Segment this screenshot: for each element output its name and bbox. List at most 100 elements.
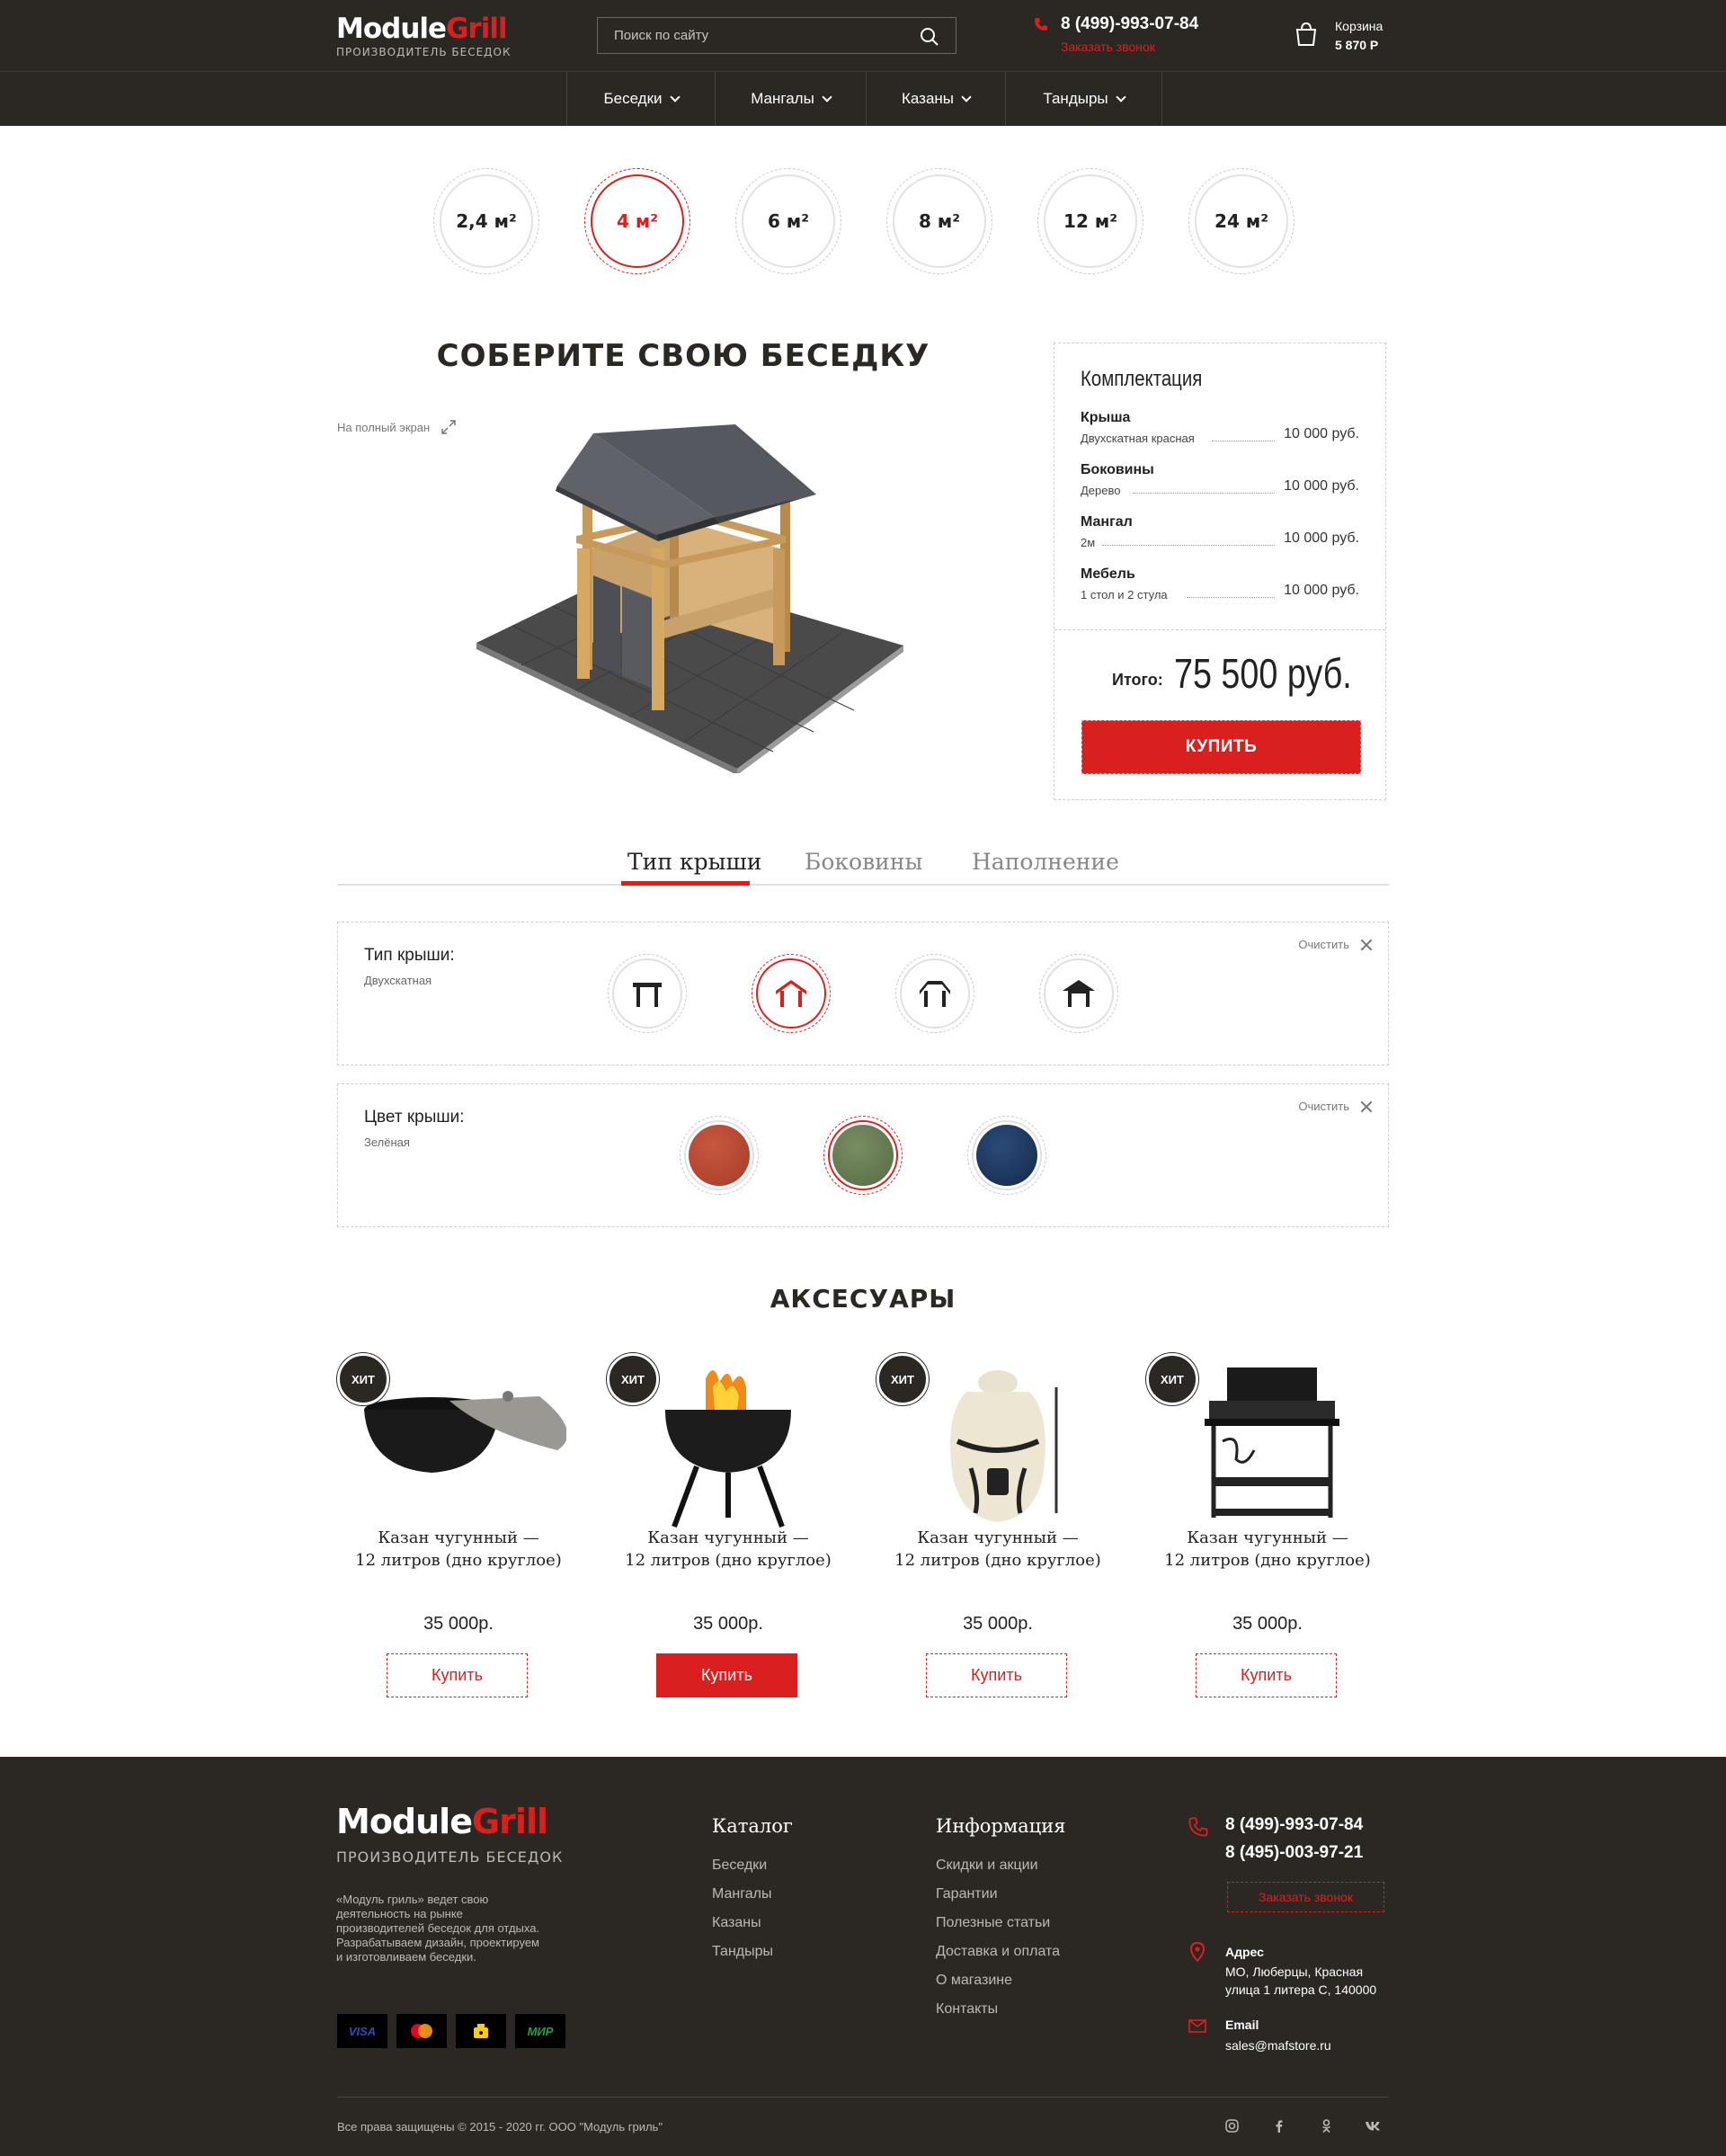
roof-option-hip[interactable] (895, 954, 974, 1033)
roof-type-value: Двухскатная (364, 974, 432, 987)
kit-item-name: Боковины (1081, 462, 1154, 477)
footer-link-articles[interactable]: Полезные статьи (936, 1915, 1050, 1931)
size-option[interactable]: 12 м² (1037, 168, 1143, 274)
color-option-blue[interactable] (967, 1116, 1046, 1195)
kit-item-name: Крыша (1081, 410, 1131, 425)
footer-link-tandyry[interactable]: Тандыры (712, 1944, 773, 1960)
size-option[interactable]: 6 м² (735, 168, 841, 274)
kit-row-grill: Мангал 2м 10 000 руб. (1081, 514, 1359, 557)
product-buy-button[interactable]: Купить (387, 1653, 528, 1697)
kit-row-roof: Крыша Двухскатная красная 10 000 руб. (1081, 410, 1359, 453)
roof-option-gable[interactable] (752, 954, 831, 1033)
tab-roof-type[interactable]: Тип крыши (627, 849, 761, 875)
gable-roof-icon (776, 980, 806, 1007)
footer-about-line: деятельность на рынке (336, 1907, 463, 1920)
size-label: 6 м² (742, 174, 835, 268)
hit-badge: ХИТ (1146, 1353, 1198, 1405)
tab-filling[interactable]: Наполнение (972, 849, 1119, 875)
nav-item-tandyry[interactable]: Тандыры (1005, 72, 1162, 126)
size-option-active[interactable]: 4 м² (584, 168, 690, 274)
cart-label[interactable]: Корзина (1335, 19, 1383, 33)
cart-sum[interactable]: 5 870 Р (1335, 38, 1378, 52)
color-option-green[interactable] (823, 1116, 903, 1195)
roof-color-label: Цвет крыши: (364, 1108, 465, 1127)
clear-roof-type-button[interactable]: Очистить (1298, 938, 1372, 951)
product-card: ХИТ Казан чугунный — 12 литров (дно кругл… (337, 1353, 580, 1704)
product-buy-button[interactable]: Купить (656, 1653, 797, 1697)
chevron-down-icon (1115, 91, 1126, 102)
footer-email[interactable]: sales@mafstore.ru (1225, 2036, 1331, 2054)
footer-link-guarantees[interactable]: Гарантии (936, 1886, 998, 1902)
footer-link-delivery[interactable]: Доставка и оплата (936, 1944, 1060, 1960)
footer-divider (337, 2097, 1389, 2098)
footer-logo[interactable]: ModuleGrill (336, 1802, 548, 1841)
nav-item-besedki[interactable]: Беседки (566, 72, 715, 126)
odnoklassniki-icon[interactable] (1320, 2119, 1333, 2133)
roof-option-flat[interactable] (608, 954, 687, 1033)
size-option[interactable]: 2,4 м² (433, 168, 539, 274)
product-buy-button[interactable]: Купить (926, 1653, 1067, 1697)
main-nav: Беседки Мангалы Казаны Тандыры (0, 72, 1726, 126)
color-option-red[interactable] (680, 1116, 759, 1195)
fullscreen-label: На полный экран (337, 420, 431, 434)
product-name[interactable]: Казан чугунный — 12 литров (дно круглое) (607, 1527, 850, 1572)
close-icon (1360, 1100, 1372, 1112)
clear-roof-color-button[interactable]: Очистить (1298, 1100, 1372, 1113)
logo-word-grill: Grill (471, 1802, 548, 1841)
nav-item-kazany[interactable]: Казаны (866, 72, 1005, 126)
logo[interactable]: ModuleGrill (336, 13, 508, 45)
kit-item-price: 10 000 руб. (1284, 583, 1359, 598)
pagoda-roof-icon (1063, 980, 1095, 1007)
vk-icon[interactable] (1365, 2121, 1381, 2131)
fullscreen-button[interactable]: На полный экран (337, 419, 457, 435)
kit-row-furniture: Мебель 1 стол и 2 стула 10 000 руб. (1081, 566, 1359, 610)
search-icon[interactable] (919, 26, 940, 48)
footer-link-contacts[interactable]: Контакты (936, 2001, 998, 2018)
roof-type-box: Тип крыши: Двухскатная Очистить (337, 922, 1389, 1065)
footer-logo-subtitle: ПРОИЗВОДИТЕЛЬ БЕСЕДОК (336, 1849, 564, 1866)
footer-phone-1[interactable]: 8 (499)-993-07-84 (1225, 1815, 1363, 1835)
search-box (597, 17, 956, 54)
product-name-line: 12 литров (дно круглое) (1164, 1551, 1371, 1570)
buy-button[interactable]: КУПИТЬ (1081, 720, 1361, 774)
facebook-icon[interactable] (1272, 2119, 1286, 2133)
product-card: ХИТ Казан чугунный — 12 литров (дно кругл… (607, 1353, 850, 1704)
footer-link-mangaly[interactable]: Мангалы (712, 1886, 771, 1902)
roof-option-pagoda[interactable] (1039, 954, 1118, 1033)
footer-about-line: «Модуль гриль» ведет свою (336, 1893, 489, 1906)
kit-divider (1054, 629, 1385, 630)
builder-title: СОБЕРИТЕ СВОЮ БЕСЕДКУ (436, 338, 930, 374)
footer-callback-button[interactable]: Заказать звонок (1227, 1882, 1384, 1912)
hit-badge: ХИТ (607, 1353, 659, 1405)
footer-link-about[interactable]: О магазине (936, 1973, 1012, 1989)
footer-catalog-title: Каталог (712, 1815, 793, 1837)
nav-item-mangaly[interactable]: Мангалы (715, 72, 866, 126)
size-option[interactable]: 8 м² (886, 168, 992, 274)
header-callback-link[interactable]: Заказать звонок (1061, 40, 1155, 54)
size-label: 12 м² (1044, 174, 1137, 268)
search-input[interactable] (598, 18, 903, 53)
cart-icon[interactable] (1294, 22, 1318, 47)
roof-color-box: Цвет крыши: Зелёная Очистить (337, 1083, 1389, 1227)
product-card: ХИТ Казан чугунный — 12 литров (дно кругл… (876, 1353, 1119, 1704)
instagram-icon[interactable] (1225, 2119, 1239, 2133)
gazebo-3d-preview[interactable] (467, 414, 917, 773)
mir-icon: МИР (515, 2014, 565, 2048)
size-label: 8 м² (893, 174, 986, 268)
footer-about-line: и изготовливаем беседки. (336, 1950, 476, 1964)
tab-sides[interactable]: Боковины (805, 849, 922, 875)
footer-link-kazany[interactable]: Казаны (712, 1915, 761, 1931)
chevron-down-icon (669, 91, 681, 102)
footer-link-discounts[interactable]: Скидки и акции (936, 1858, 1038, 1874)
product-buy-button[interactable]: Купить (1196, 1653, 1337, 1697)
footer-phone-2[interactable]: 8 (495)-003-97-21 (1225, 1843, 1363, 1863)
product-name[interactable]: Казан чугунный — 12 литров (дно круглое) (1146, 1527, 1389, 1572)
dotted-leader (1187, 597, 1275, 598)
product-name[interactable]: Казан чугунный — 12 литров (дно круглое) (337, 1527, 580, 1572)
size-option[interactable]: 24 м² (1188, 168, 1294, 274)
header-phone[interactable]: 8 (499)-993-07-84 (1061, 14, 1198, 34)
site-header: ModuleGrill ПРОИЗВОДИТЕЛЬ БЕСЕДОК 8 (499… (0, 0, 1726, 72)
footer-link-besedki[interactable]: Беседки (712, 1858, 767, 1874)
footer-address-line: МО, Люберцы, Красная (1225, 1964, 1364, 1979)
product-name[interactable]: Казан чугунный — 12 литров (дно круглое) (876, 1527, 1119, 1572)
